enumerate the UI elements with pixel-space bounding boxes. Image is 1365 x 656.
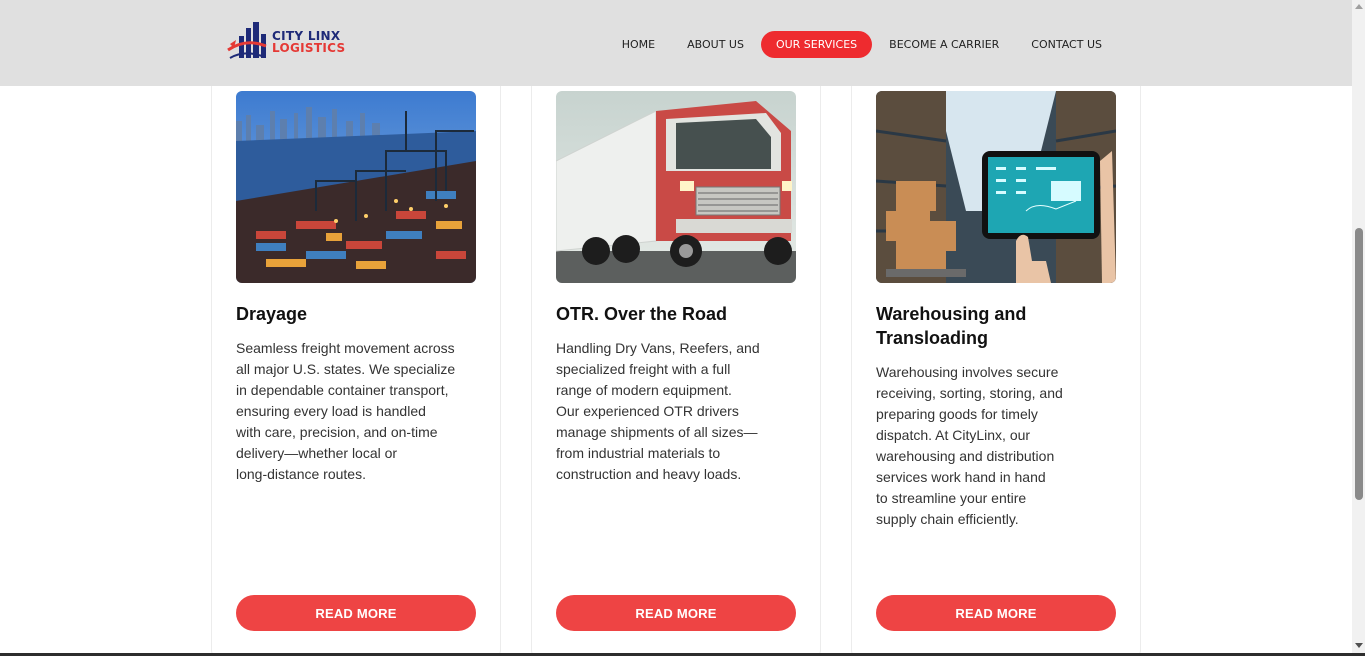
scroll-up-icon[interactable] xyxy=(1355,4,1363,9)
description-line: Handling Dry Vans, Reefers, and xyxy=(556,340,760,356)
read-more-button[interactable]: READ MORE xyxy=(556,595,796,631)
description-line: range of modern equipment. xyxy=(556,382,732,398)
logo-icon xyxy=(227,22,267,59)
site-header: CITY LINX LOGISTICS HOME ABOUT US OUR SE… xyxy=(0,0,1352,86)
service-card-warehousing: Warehousing and Transloading Warehousing… xyxy=(851,60,1141,656)
service-card-drayage: Drayage Seamless freight movement across… xyxy=(211,60,501,656)
description-line: Seamless freight movement across xyxy=(236,340,455,356)
service-title: Warehousing and Transloading xyxy=(876,304,1027,348)
read-more-button[interactable]: READ MORE xyxy=(236,595,476,631)
service-title: Drayage xyxy=(236,304,308,324)
description-line: long-distance routes. xyxy=(236,466,366,482)
description-line: services work hand in hand xyxy=(876,469,1046,485)
scroll-down-icon[interactable] xyxy=(1355,643,1363,648)
description-line: preparing goods for timely xyxy=(876,406,1038,422)
brand-logo[interactable]: CITY LINX LOGISTICS xyxy=(226,18,356,66)
description-line: Warehousing involves secure xyxy=(876,364,1059,380)
description-line: all major U.S. states. We specialize xyxy=(236,361,456,377)
description-line: construction and heavy loads. xyxy=(556,466,742,482)
nav-become-a-carrier[interactable]: BECOME A CARRIER xyxy=(874,31,1014,58)
service-description: Seamless freight movement across all maj… xyxy=(236,338,461,485)
service-card-otr: OTR. Over the Road Handling Dry Vans, Re… xyxy=(531,60,821,656)
description-line: supply chain efficiently. xyxy=(876,511,1019,527)
service-description: Warehousing involves secure receiving, s… xyxy=(876,362,1101,530)
description-line: Our experienced OTR drivers xyxy=(556,403,739,419)
brand-name-line2: LOGISTICS xyxy=(272,41,346,55)
description-line: with care, precision, and on-time xyxy=(236,424,438,440)
nav-home[interactable]: HOME xyxy=(607,31,670,58)
description-line: dispatch. At CityLinx, our xyxy=(876,427,1031,443)
description-line: receiving, sorting, storing, and xyxy=(876,385,1063,401)
nav-our-services[interactable]: OUR SERVICES xyxy=(760,31,873,58)
description-line: specialized freight with a full xyxy=(556,361,731,377)
description-line: to streamline your entire xyxy=(876,490,1027,506)
description-line: delivery—whether local or xyxy=(236,445,398,461)
main-nav: HOME ABOUT US OUR SERVICES BECOME A CARR… xyxy=(605,31,1117,58)
description-line: ensuring every load is handled xyxy=(236,403,426,419)
container-port-image xyxy=(236,91,476,283)
scrollbar-thumb[interactable] xyxy=(1355,228,1363,500)
read-more-button[interactable]: READ MORE xyxy=(876,595,1116,631)
semi-truck-image xyxy=(556,91,796,283)
warehouse-tablet-image xyxy=(876,91,1116,283)
description-line: from industrial materials to xyxy=(556,445,721,461)
service-description: Handling Dry Vans, Reefers, and speciali… xyxy=(556,338,781,485)
vertical-scrollbar[interactable] xyxy=(1352,0,1365,656)
service-title: OTR. Over the Road xyxy=(556,304,728,324)
page-viewport: Drayage Seamless freight movement across… xyxy=(0,0,1352,656)
nav-about-us[interactable]: ABOUT US xyxy=(672,31,759,58)
description-line: in dependable container transport, xyxy=(236,382,449,398)
description-line: manage shipments of all sizes— xyxy=(556,424,758,440)
nav-contact-us[interactable]: CONTACT US xyxy=(1016,31,1117,58)
description-line: warehousing and distribution xyxy=(876,448,1055,464)
